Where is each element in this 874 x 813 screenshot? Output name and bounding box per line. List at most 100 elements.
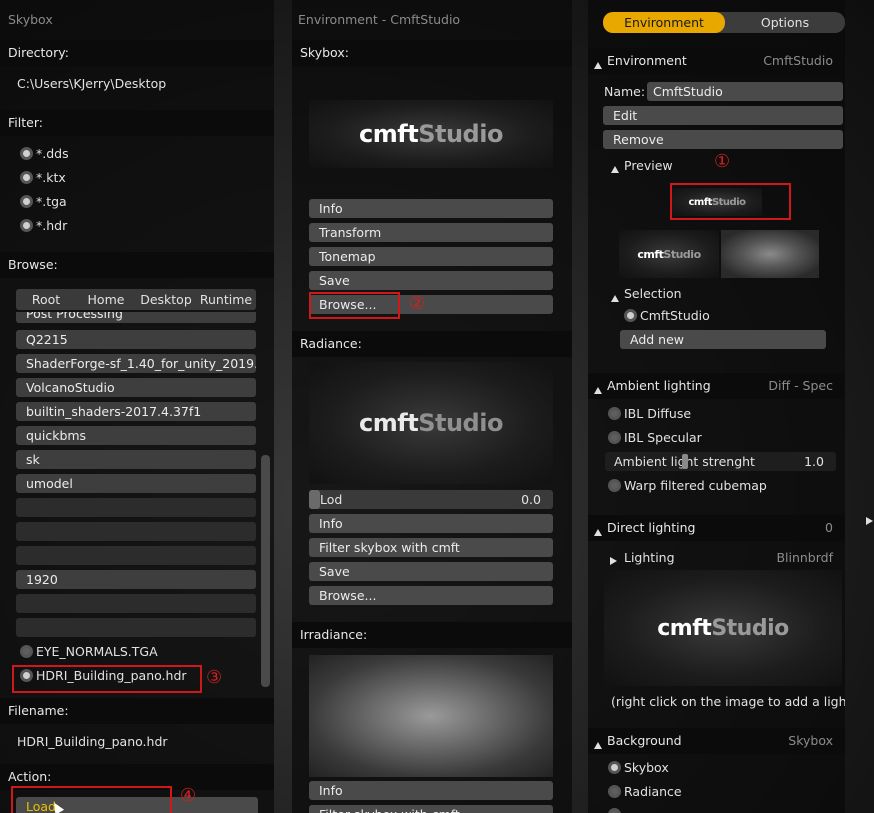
skybox-tonemap-button[interactable]: Tonemap bbox=[309, 247, 553, 266]
highlight-box-1 bbox=[670, 183, 791, 220]
warp-label: Warp filtered cubemap bbox=[624, 478, 767, 493]
list-item[interactable]: 1920 bbox=[16, 570, 256, 589]
ibl-diffuse-checkbox[interactable] bbox=[608, 407, 621, 420]
ambient-section-header[interactable]: Ambient lighting Diff - Spec bbox=[588, 373, 845, 399]
irradiance-header: Irradiance: bbox=[292, 622, 572, 648]
lod-slider[interactable]: Lod 0.0 bbox=[309, 490, 553, 509]
list-item[interactable]: VolcanoStudio bbox=[16, 378, 256, 397]
ibl-diffuse-label: IBL Diffuse bbox=[624, 406, 692, 421]
browse-tab-bar: Root Home Desktop Runtime bbox=[16, 289, 256, 310]
radiance-filter-button[interactable]: Filter skybox with cmft bbox=[309, 538, 553, 557]
cmftstudio-logo: cmftStudio bbox=[637, 247, 701, 261]
browse-header: Browse: bbox=[0, 252, 274, 278]
ambient-strength-handle[interactable] bbox=[682, 454, 688, 469]
lighting-value: Blinnbrdf bbox=[776, 550, 833, 565]
browse-tab-runtime[interactable]: Runtime bbox=[196, 289, 256, 310]
browse-scrollbar[interactable] bbox=[261, 455, 270, 687]
edit-button[interactable]: Edit bbox=[603, 106, 843, 125]
background-section-header[interactable]: Background Skybox bbox=[588, 728, 845, 754]
list-item[interactable]: Q2215 bbox=[16, 330, 256, 349]
filter-hdr-radio[interactable] bbox=[20, 219, 33, 232]
radiance-info-button[interactable]: Info bbox=[309, 514, 553, 533]
tab-environment[interactable]: Environment bbox=[603, 12, 725, 33]
tab-bar: Environment Options bbox=[603, 12, 845, 33]
direct-section-value: 0 bbox=[825, 520, 833, 535]
marker-4: ④ bbox=[180, 785, 197, 806]
lod-slider-handle[interactable] bbox=[309, 490, 320, 509]
list-item-partial[interactable]: Post Processing bbox=[16, 312, 256, 324]
highlight-box-4 bbox=[11, 786, 172, 813]
browse-tab-desktop[interactable]: Desktop bbox=[136, 289, 196, 310]
browse-tab-home[interactable]: Home bbox=[76, 289, 136, 310]
list-item[interactable] bbox=[16, 498, 256, 517]
collapse-up-icon bbox=[594, 737, 602, 752]
environment-section-header[interactable]: Environment CmftStudio bbox=[588, 48, 845, 74]
preview-collapse-icon[interactable] bbox=[611, 161, 619, 176]
direct-section-header[interactable]: Direct lighting 0 bbox=[588, 515, 845, 541]
warp-checkbox[interactable] bbox=[608, 479, 621, 492]
skybox-save-button[interactable]: Save bbox=[309, 271, 553, 290]
filter-tga-radio[interactable] bbox=[20, 195, 33, 208]
skybox-preview-image[interactable]: cmftStudio bbox=[309, 100, 553, 168]
skybox-transform-button[interactable]: Transform bbox=[309, 223, 553, 242]
bg-radiance-label: Radiance bbox=[624, 784, 682, 799]
marker-3: ③ bbox=[206, 667, 223, 688]
irradiance-filter-button[interactable]: Filter skybox with cmft bbox=[309, 805, 553, 813]
list-item[interactable]: ShaderForge-sf_1.40_for_unity_2019.x bbox=[16, 354, 256, 373]
tab-options[interactable]: Options bbox=[725, 12, 845, 33]
radiance-preview-image[interactable]: cmftStudio bbox=[309, 362, 553, 484]
bg-radiance-radio[interactable] bbox=[608, 785, 621, 798]
expand-right-icon[interactable] bbox=[610, 553, 617, 568]
filter-hdr-label: *.hdr bbox=[36, 218, 68, 233]
ambient-strength-value: 1.0 bbox=[804, 454, 824, 469]
marker-2: ② bbox=[409, 293, 426, 314]
ambient-strength-slider[interactable]: Ambient light strenght 1.0 bbox=[605, 452, 836, 471]
selection-item-label: CmftStudio bbox=[640, 308, 710, 323]
environment-section-value: CmftStudio bbox=[763, 53, 833, 68]
filter-tga-label: *.tga bbox=[36, 194, 67, 209]
selection-radio[interactable] bbox=[624, 309, 637, 322]
list-item[interactable]: builtin_shaders-2017.4.37f1 bbox=[16, 402, 256, 421]
collapse-up-icon bbox=[594, 382, 602, 397]
highlight-box-3 bbox=[12, 665, 202, 693]
collapse-up-icon bbox=[594, 57, 602, 72]
directory-value: C:\Users\KJerry\Desktop bbox=[17, 76, 167, 91]
lighting-preview-image[interactable]: cmftStudio bbox=[604, 570, 842, 686]
list-item[interactable]: quickbms bbox=[16, 426, 256, 445]
ibl-specular-label: IBL Specular bbox=[624, 430, 702, 445]
bg-irradiance-radio[interactable] bbox=[608, 808, 621, 813]
collapse-up-icon bbox=[594, 524, 602, 539]
filter-dds-radio[interactable] bbox=[20, 147, 33, 160]
browse-tab-root[interactable]: Root bbox=[16, 289, 76, 310]
selection-collapse-icon[interactable] bbox=[611, 290, 619, 305]
list-item[interactable]: sk bbox=[16, 450, 256, 469]
radiance-save-button[interactable]: Save bbox=[309, 562, 553, 581]
irradiance-info-button[interactable]: Info bbox=[309, 781, 553, 800]
file-radio-eye-normals[interactable] bbox=[20, 645, 33, 658]
ibl-specular-checkbox[interactable] bbox=[608, 431, 621, 444]
cmftstudio-logo: cmftStudio bbox=[657, 615, 789, 641]
filename-value: HDRI_Building_pano.hdr bbox=[17, 734, 168, 749]
bg-skybox-label: Skybox bbox=[624, 760, 669, 775]
environment-panel: Environment - CmftStudio Skybox: cmftStu… bbox=[292, 0, 572, 813]
radiance-browse-button[interactable]: Browse... bbox=[309, 586, 553, 605]
irradiance-preview-image[interactable] bbox=[309, 655, 553, 777]
preview-thumb-irradiance[interactable] bbox=[721, 230, 819, 278]
name-field[interactable]: CmftStudio bbox=[647, 82, 843, 101]
remove-button[interactable]: Remove bbox=[603, 130, 843, 149]
name-label: Name: bbox=[604, 84, 646, 99]
skybox-info-button[interactable]: Info bbox=[309, 199, 553, 218]
highlight-box-2 bbox=[309, 292, 400, 319]
add-new-button[interactable]: Add new bbox=[620, 330, 826, 349]
list-item[interactable] bbox=[16, 594, 256, 613]
list-item[interactable] bbox=[16, 618, 256, 637]
list-item[interactable] bbox=[16, 522, 256, 541]
bg-skybox-radio[interactable] bbox=[608, 761, 621, 774]
list-item[interactable]: umodel bbox=[16, 474, 256, 493]
lod-label: Lod bbox=[320, 492, 343, 507]
background-section-value: Skybox bbox=[788, 733, 833, 748]
preview-thumb-radiance[interactable]: cmftStudio bbox=[619, 230, 719, 278]
expand-panel-arrow-icon[interactable] bbox=[866, 513, 873, 528]
filter-ktx-radio[interactable] bbox=[20, 171, 33, 184]
list-item[interactable] bbox=[16, 546, 256, 565]
